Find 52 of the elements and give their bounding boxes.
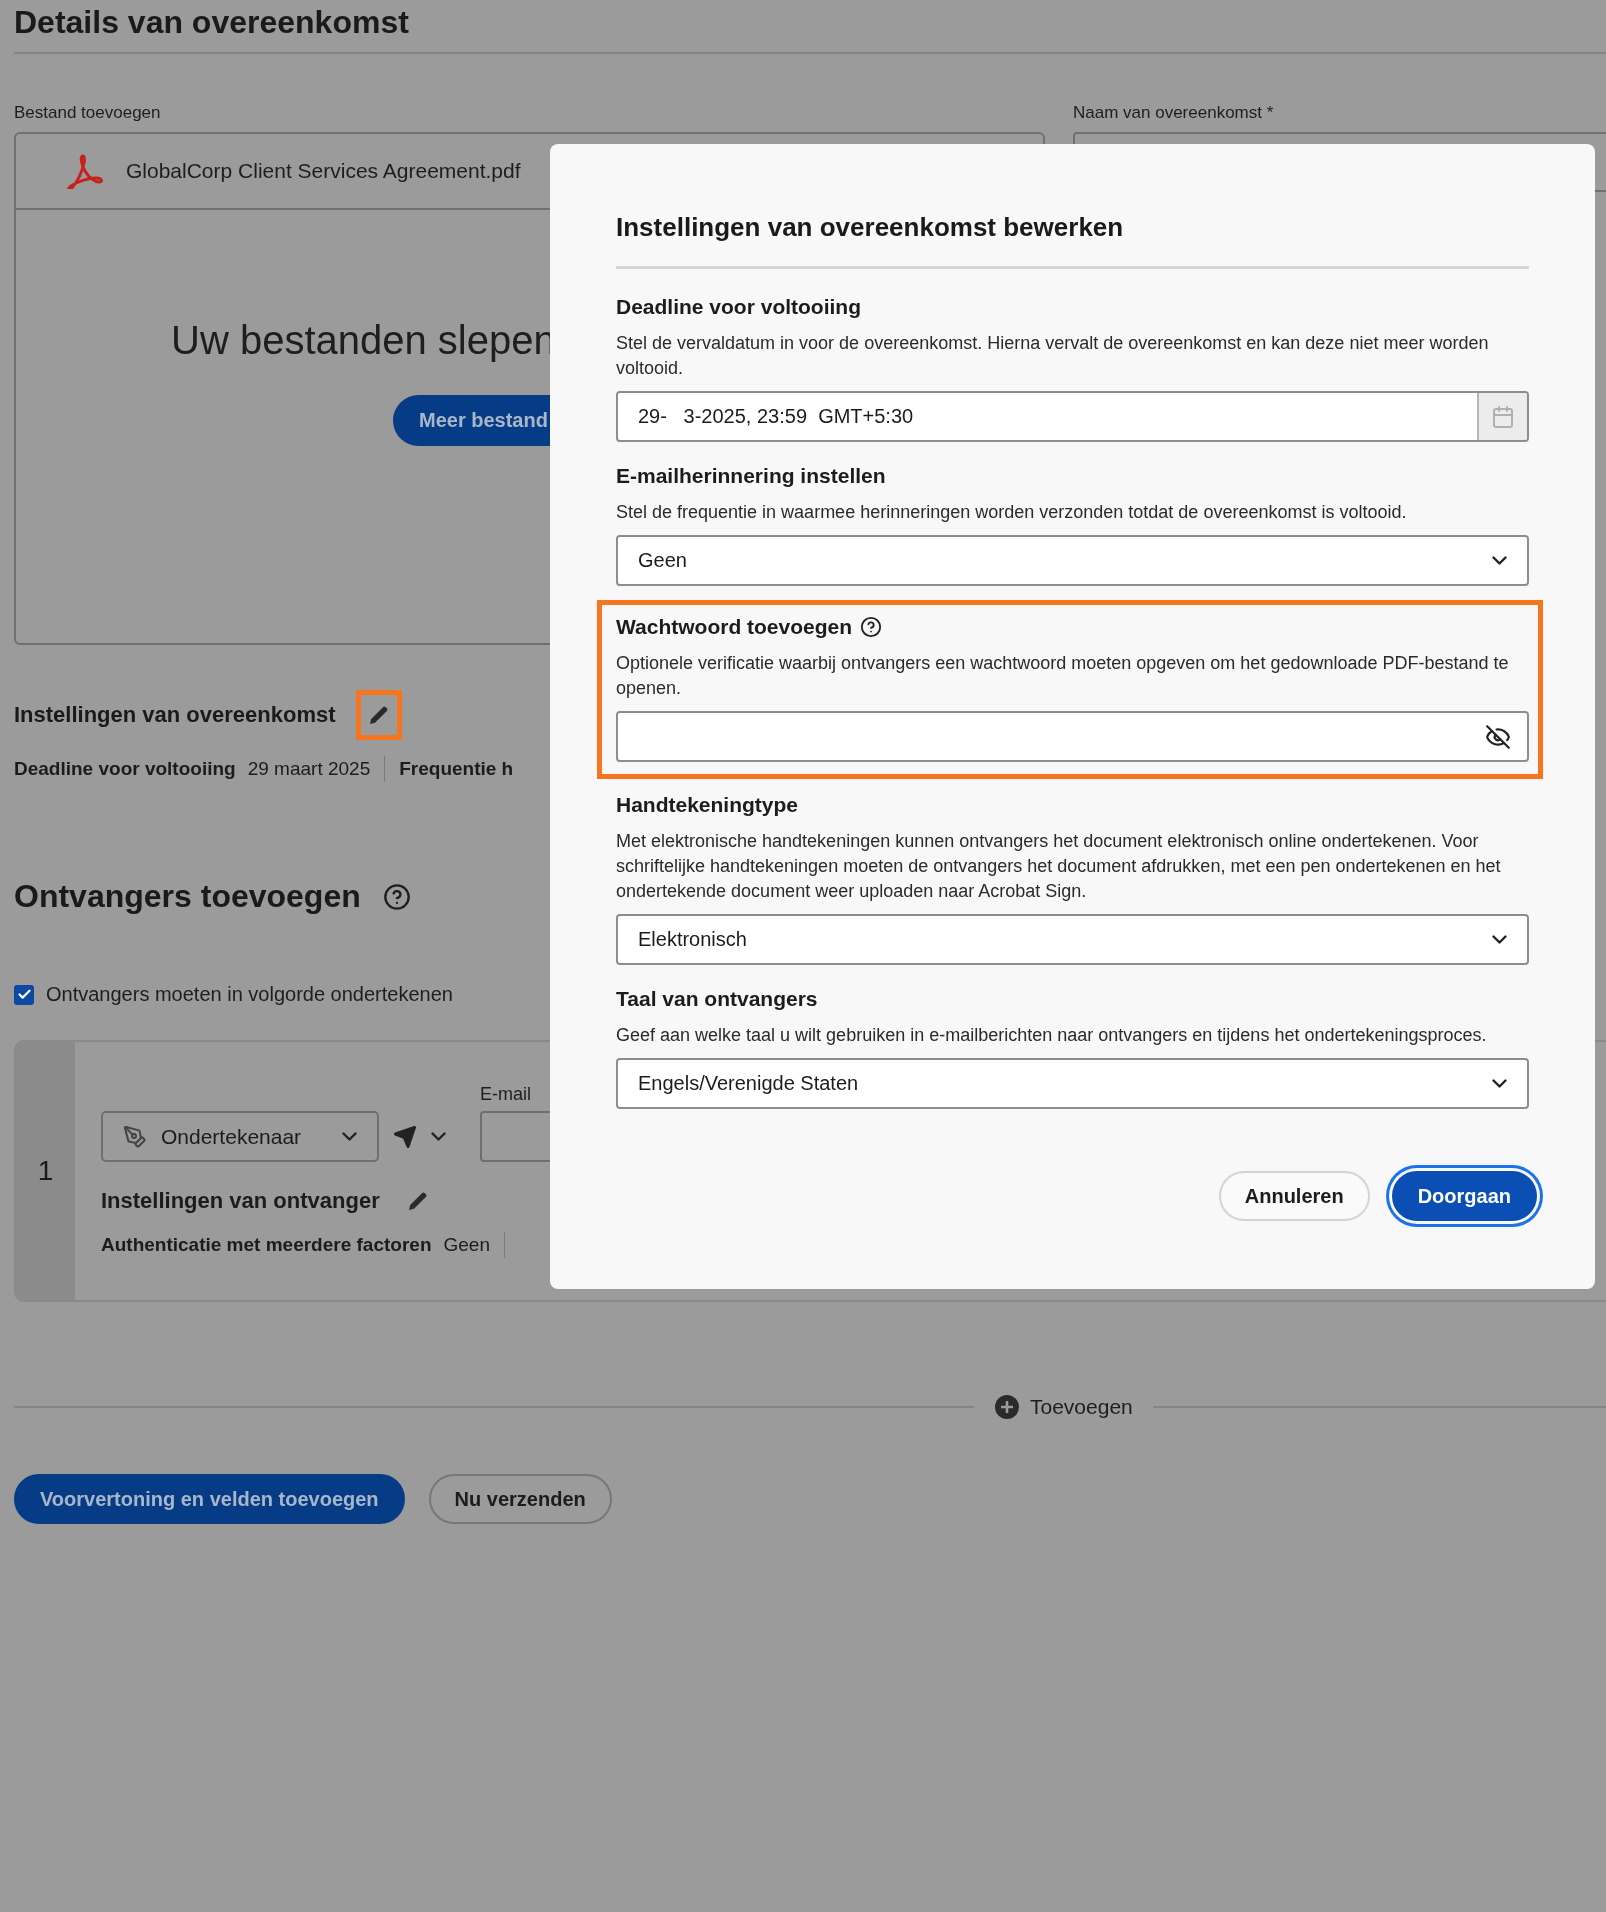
chevron-icon bbox=[431, 1132, 446, 1141]
file-name: GlobalCorp Client Services Agreement.pdf bbox=[126, 159, 521, 183]
chevron-icon bbox=[342, 1132, 357, 1141]
calendar-icon bbox=[1491, 404, 1515, 429]
preview-button[interactable]: Voorvertoning en velden toevoegen bbox=[14, 1474, 405, 1524]
setting-title: Handtekeningtype bbox=[616, 792, 799, 818]
select-field[interactable]: Elektronisch bbox=[616, 914, 1529, 965]
setting-value: 29 maart 2025 bbox=[247, 758, 371, 780]
chevron-icon bbox=[1492, 1079, 1507, 1088]
select-field[interactable]: Geen bbox=[616, 535, 1529, 586]
send-button[interactable]: Nu verzenden bbox=[428, 1474, 612, 1524]
pen-icon bbox=[123, 1124, 147, 1149]
section-title: Instellingen van overeenkomst bbox=[14, 702, 336, 728]
page-title: Details van overeenkomst bbox=[14, 3, 410, 42]
password-field[interactable] bbox=[616, 711, 1529, 762]
recipient-number: 1 bbox=[37, 1155, 54, 1187]
field-label: E-mail bbox=[480, 1084, 531, 1105]
cancel-button[interactable]: Annuleren bbox=[1218, 1171, 1370, 1221]
checkbox[interactable] bbox=[14, 984, 34, 1005]
field-label: Bestand toevoegen bbox=[14, 102, 162, 124]
role-dropdown[interactable]: Ondertekenaar bbox=[101, 1111, 379, 1162]
setting-title: Wachtwoord toevoegen bbox=[616, 614, 853, 640]
edit-button[interactable] bbox=[355, 690, 402, 740]
setting-description: Optionele verificatie waarbij ontvangers een wachtwoord moeten opgeven om het gedownloade PDF-bestand te openen. bbox=[616, 652, 1510, 700]
help-icon[interactable] bbox=[860, 616, 883, 638]
setting-value: Geen bbox=[443, 1234, 490, 1256]
setting-title: Taal van ontvangers bbox=[616, 986, 818, 1012]
select-field[interactable]: Engels/Verenigde Staten bbox=[616, 1058, 1529, 1109]
checkbox-label: Ontvangers moeten in volgorde ondertekenen bbox=[46, 983, 453, 1006]
setting-description: Stel de vervaldatum in voor de overeenkomst. Hierna vervalt de overeenkomst en kan deze niet meer worden voltooid. bbox=[616, 332, 1490, 380]
pdf-icon bbox=[64, 153, 104, 189]
paper-plane-icon bbox=[393, 1124, 417, 1149]
setting-label: Deadline voor voltooiing bbox=[14, 758, 236, 780]
setting-label: Frequentie h bbox=[399, 758, 514, 780]
recipient-settings-title: Instellingen van ontvanger bbox=[101, 1188, 380, 1214]
section-title: Ontvangers toevoegen bbox=[14, 878, 361, 915]
add-icon bbox=[994, 1394, 1020, 1420]
hide-password-icon[interactable] bbox=[1485, 723, 1511, 750]
setting-description: Met elektronische handtekeningen kunnen ontvangers het document elektronisch online ondertekenen. Voor schriftelijke handtekeningen moeten de ontvangers het document afdrukken, met een pen ondertekenen en het ondertekende document weer uploaden naar Acrobat Sign. bbox=[616, 830, 1502, 903]
setting-label: Authenticatie met meerdere factoren bbox=[101, 1234, 432, 1256]
dialog-title: Instellingen van overeenkomst bewerken bbox=[616, 211, 1125, 244]
chevron-icon bbox=[1492, 556, 1507, 565]
check-icon bbox=[16, 987, 32, 1002]
field-label: Naam van overeenkomst * bbox=[1073, 102, 1275, 124]
add-recipient-button[interactable]: Toevoegen bbox=[986, 1394, 1141, 1420]
setting-description: Geef aan welke taal u wilt gebruiken in e-mailberichten naar ontvangers en tijdens het ondertekeningsproces. bbox=[616, 1024, 1488, 1047]
setting-title: E-mailherinnering instellen bbox=[616, 463, 886, 489]
setting-title: Deadline voor voltooiing bbox=[616, 294, 862, 320]
setting-description: Stel de frequentie in waarmee herinneringen worden verzonden totdat de overeenkomst is voltooid. bbox=[616, 501, 1408, 524]
help-icon[interactable] bbox=[382, 882, 411, 911]
chevron-icon bbox=[1492, 935, 1507, 944]
date-time-field[interactable]: 29- 3-2025, 23:59 GMT+5:30 bbox=[616, 391, 1529, 442]
